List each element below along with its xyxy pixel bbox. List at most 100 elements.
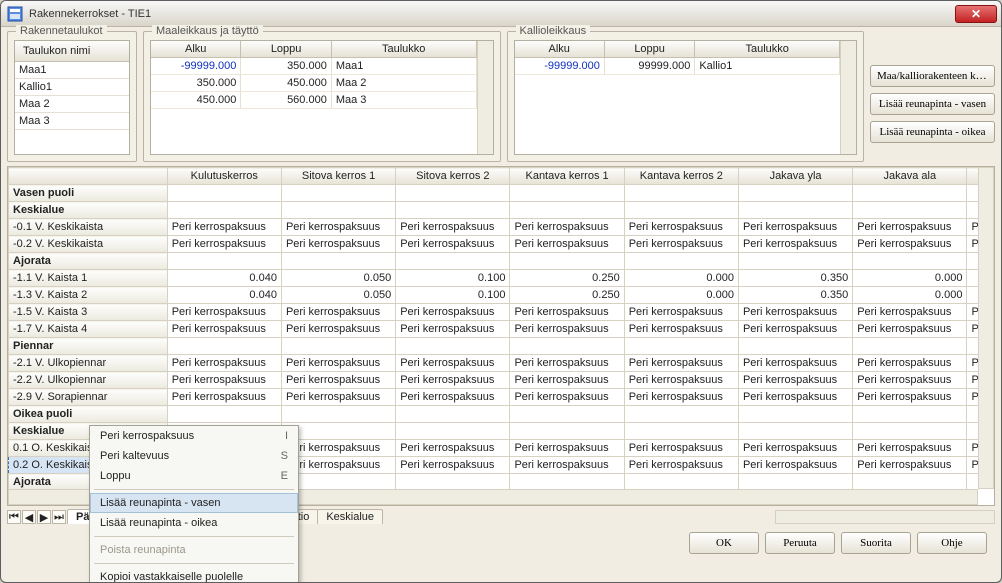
grid-cell[interactable]: 0.000 bbox=[624, 270, 738, 287]
menu-item[interactable]: Kopioi vastakkaiselle puolelle bbox=[90, 567, 298, 583]
list-item[interactable]: Maa 3 bbox=[15, 113, 129, 130]
grid-cell[interactable]: Peri kerrospaksuus bbox=[853, 321, 967, 338]
grid-cell[interactable]: Peri kerrospaksuus bbox=[396, 219, 510, 236]
grid-cell[interactable]: 0.000 bbox=[624, 287, 738, 304]
maaleikkaus-table[interactable]: Alku Loppu Taulukko -99999.000350.000Maa… bbox=[150, 40, 494, 155]
grid-cell[interactable]: Peri kerrospaksuus bbox=[396, 355, 510, 372]
grid-cell[interactable]: Peri kerrospaksuus bbox=[510, 372, 624, 389]
grid-cell[interactable]: Peri kerrospaksuus bbox=[967, 440, 978, 457]
scrollbar[interactable] bbox=[840, 41, 856, 154]
grid-cell[interactable]: Peri kerrospaksuus bbox=[396, 304, 510, 321]
tab[interactable]: Keskialue bbox=[317, 509, 383, 524]
table-row[interactable]: -1.1 V. Kaista 10.0400.0500.1000.2500.00… bbox=[9, 270, 979, 287]
list-item[interactable]: Kallio1 bbox=[15, 79, 129, 96]
grid-cell[interactable]: Peri kerrospaksuus bbox=[396, 372, 510, 389]
column-header[interactable]: Kantava kerros 2 bbox=[624, 168, 738, 185]
table-row[interactable]: -1.5 V. Kaista 3Peri kerrospaksuusPeri k… bbox=[9, 304, 979, 321]
grid-cell[interactable]: Peri kerrospaksuus bbox=[510, 440, 624, 457]
table-row[interactable]: -1.7 V. Kaista 4Peri kerrospaksuusPeri k… bbox=[9, 321, 979, 338]
row-label[interactable]: Oikea puoli bbox=[9, 406, 168, 423]
grid-vscroll[interactable] bbox=[978, 167, 994, 489]
grid-cell[interactable]: Peri kerrospaksuus bbox=[624, 457, 738, 474]
row-label[interactable]: Vasen puoli bbox=[9, 185, 168, 202]
column-header[interactable]: Kulutuskerros bbox=[167, 168, 281, 185]
grid-cell[interactable]: Peri kerrospaksuus bbox=[853, 355, 967, 372]
row-label[interactable]: -2.1 V. Ulkopiennar bbox=[9, 355, 168, 372]
list-item[interactable]: Maa1 bbox=[15, 62, 129, 79]
menu-item[interactable]: LoppuE bbox=[90, 466, 298, 486]
tab-nav-first[interactable]: ⏮ bbox=[7, 510, 21, 524]
grid-cell[interactable]: Peri kerrospaksuus bbox=[281, 219, 395, 236]
table-row[interactable]: -2.2 V. UlkopiennarPeri kerrospaksuusPer… bbox=[9, 372, 979, 389]
row-label[interactable]: -1.1 V. Kaista 1 bbox=[9, 270, 168, 287]
table-row[interactable]: Ajorata bbox=[9, 253, 979, 270]
grid-cell[interactable]: Peri kerrospaksuus bbox=[853, 389, 967, 406]
grid-cell[interactable]: Peri kerrospaksuus bbox=[167, 304, 281, 321]
tab-nav-last[interactable]: ⏭ bbox=[52, 510, 66, 524]
menu-item[interactable]: Peri kerrospaksuusI bbox=[90, 426, 298, 446]
grid-cell[interactable]: Peri kerrospaksuus bbox=[738, 355, 852, 372]
grid-cell[interactable]: Peri kerrospaksuus bbox=[624, 355, 738, 372]
grid-cell[interactable]: Peri kerrospaksuus bbox=[624, 372, 738, 389]
grid-cell[interactable]: Peri kerrospaksuus bbox=[738, 389, 852, 406]
grid-cell[interactable]: Peri kerrospaksuus bbox=[281, 355, 395, 372]
table-row[interactable]: 350.000450.000Maa 2 bbox=[151, 75, 477, 92]
menu-item[interactable]: Lisää reunapinta - vasen bbox=[90, 493, 298, 513]
row-label[interactable]: -1.3 V. Kaista 2 bbox=[9, 287, 168, 304]
grid-cell[interactable]: Peri kerrospaksuus bbox=[738, 372, 852, 389]
grid-cell[interactable]: Peri kerrospaksuus bbox=[510, 457, 624, 474]
grid-cell[interactable]: Peri kerrospaksuus bbox=[167, 321, 281, 338]
grid-cell[interactable]: Peri kerrospaksuus bbox=[281, 236, 395, 253]
column-header[interactable]: Kantava kerros 1 bbox=[510, 168, 624, 185]
row-label[interactable]: -1.7 V. Kaista 4 bbox=[9, 321, 168, 338]
cancel-button[interactable]: Peruuta bbox=[765, 532, 835, 554]
grid-cell[interactable]: Peri kerrospaksuus bbox=[738, 440, 852, 457]
grid-cell[interactable]: Peri kerrospaksuus bbox=[624, 304, 738, 321]
grid-cell[interactable]: Peri kerrospaksuus bbox=[967, 236, 978, 253]
grid-cell[interactable]: Peri kerrospaksuus bbox=[738, 219, 852, 236]
menu-item[interactable]: Lisää reunapinta - oikea bbox=[90, 513, 298, 533]
tabs-hscroll[interactable] bbox=[775, 510, 995, 524]
grid-cell[interactable]: Peri kerrospaksuus bbox=[167, 219, 281, 236]
row-label[interactable]: -2.9 V. Sorapiennar bbox=[9, 389, 168, 406]
row-label[interactable]: Keskialue bbox=[9, 202, 168, 219]
grid-cell[interactable]: Peri kerrospaksuus bbox=[396, 457, 510, 474]
grid-cell[interactable]: Peri kerrospaksuus bbox=[281, 321, 395, 338]
grid-cell[interactable]: Peri kerrospaksuus bbox=[967, 321, 978, 338]
row-label[interactable]: -0.2 V. Keskikaista bbox=[9, 236, 168, 253]
help-button[interactable]: Ohje bbox=[917, 532, 987, 554]
grid-cell[interactable]: Peri kerrospaksuus bbox=[624, 236, 738, 253]
grid-cell[interactable]: Peri kerrospaksuus bbox=[853, 372, 967, 389]
grid-cell[interactable]: Peri kerrospaksuus bbox=[967, 355, 978, 372]
grid-cell[interactable]: Peri kerrospaksuus bbox=[853, 236, 967, 253]
grid-cell[interactable]: Peri kerrospaksuus bbox=[738, 304, 852, 321]
column-header[interactable]: Jakava ala bbox=[853, 168, 967, 185]
table-row[interactable]: -0.2 V. KeskikaistaPeri kerrospaksuusPer… bbox=[9, 236, 979, 253]
grid-cell[interactable]: 0.350 bbox=[738, 287, 852, 304]
column-header[interactable]: Sitova kerros 1 bbox=[281, 168, 395, 185]
grid-cell[interactable]: Peri kerrospaksuus bbox=[967, 304, 978, 321]
table-row[interactable]: Piennar bbox=[9, 338, 979, 355]
scrollbar[interactable] bbox=[477, 41, 493, 154]
grid-cell[interactable]: 0.000 bbox=[853, 270, 967, 287]
grid-cell[interactable]: Peri kerrospaksuus bbox=[738, 321, 852, 338]
grid-cell[interactable]: Peri kerrospaksuus bbox=[281, 372, 395, 389]
grid-cell[interactable]: Peri kerrospaksuus bbox=[167, 389, 281, 406]
close-button[interactable]: ✕ bbox=[955, 5, 997, 23]
grid-cell[interactable]: Peri kerrospaksuus bbox=[510, 389, 624, 406]
grid-cell[interactable]: 0.100 bbox=[396, 287, 510, 304]
grid-cell[interactable]: 0.250 bbox=[510, 287, 624, 304]
grid-cell[interactable]: Peri kerrospaksuus bbox=[624, 440, 738, 457]
grid-cell[interactable]: Peri kerrospaksuus bbox=[853, 457, 967, 474]
row-label[interactable]: Piennar bbox=[9, 338, 168, 355]
grid-cell[interactable]: 0.040 bbox=[167, 287, 281, 304]
grid-cell[interactable]: 0.040 bbox=[167, 270, 281, 287]
tab-nav-prev[interactable]: ◀ bbox=[22, 510, 36, 524]
taulukon-nimi-list[interactable]: Taulukon nimi Maa1Kallio1Maa 2Maa 3 bbox=[14, 40, 130, 155]
run-button[interactable]: Suorita bbox=[841, 532, 911, 554]
grid-cell[interactable]: Peri kerrospaksuus bbox=[738, 457, 852, 474]
grid-cell[interactable]: Peri kerrospaksuus bbox=[853, 440, 967, 457]
table-row[interactable]: -99999.00099999.000Kallio1 bbox=[515, 58, 841, 75]
grid-cell[interactable]: Peri kerrospaksuus bbox=[967, 457, 978, 474]
table-row[interactable]: Vasen puoli bbox=[9, 185, 979, 202]
